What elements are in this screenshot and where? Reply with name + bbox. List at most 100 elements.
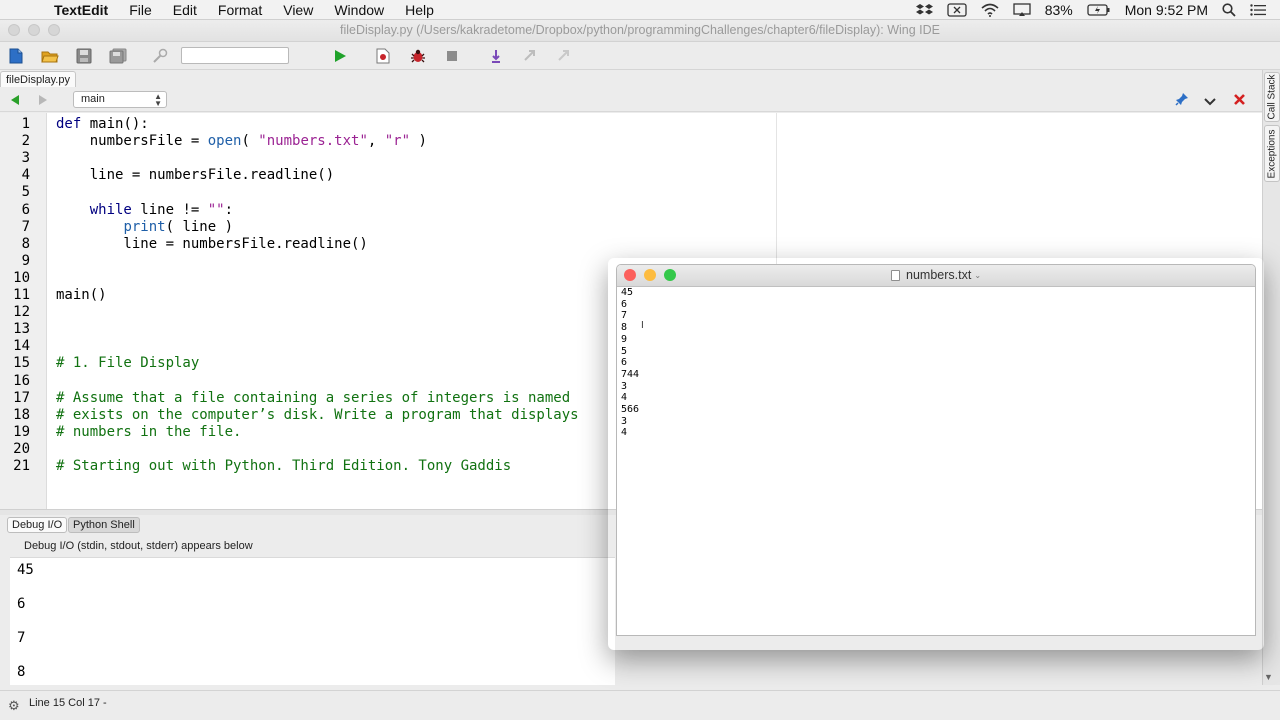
line-number: 7: [21, 218, 30, 235]
close-editor-icon[interactable]: [1233, 93, 1246, 111]
textedit-close-button[interactable]: [624, 269, 636, 281]
code-line: 4 line = numbersFile.readline(): [0, 167, 1262, 184]
mac-menubar: TextEdit File Edit Format View Window He…: [0, 0, 1280, 20]
save-all-icon[interactable]: [109, 47, 127, 65]
wifi-icon[interactable]: [981, 3, 999, 17]
textedit-zoom-button[interactable]: [664, 269, 676, 281]
run-debug-icon[interactable]: [331, 47, 349, 65]
code-text: # 1. File Display: [56, 355, 200, 372]
text-line: 45: [621, 287, 634, 298]
side-tab-call-stack[interactable]: Call Stack: [1264, 72, 1280, 122]
line-number: 10: [13, 269, 30, 286]
line-number: 9: [21, 252, 30, 269]
code-line: 6 while line != "":: [0, 202, 1262, 219]
menu-format[interactable]: Format: [218, 0, 262, 20]
line-number: 1: [21, 116, 30, 132]
textedit-window-controls: [624, 269, 684, 281]
cursor-position-status: Line 15 Col 17 -: [29, 697, 107, 709]
menu-file[interactable]: File: [129, 0, 152, 20]
menu-edit[interactable]: Edit: [173, 0, 197, 20]
scroll-down-arrow-icon[interactable]: ▼: [1264, 672, 1273, 682]
screen-recording-icon[interactable]: [947, 3, 967, 17]
textedit-title[interactable]: numbers.txt ⌄: [891, 268, 981, 282]
tab-python-shell[interactable]: Python Shell: [68, 517, 140, 533]
line-number: 21: [13, 458, 30, 474]
step-into-icon[interactable]: [374, 47, 392, 65]
new-file-icon[interactable]: [7, 47, 25, 65]
textedit-text-area[interactable]: 45 6 7 8 9 5 6 744 3 4 566 3 4: [621, 287, 1251, 627]
line-number: 2: [21, 133, 30, 150]
textedit-minimize-button[interactable]: [644, 269, 656, 281]
menu-app-name[interactable]: TextEdit: [54, 0, 108, 20]
toolbar-search-input[interactable]: [181, 47, 289, 64]
step-out-icon[interactable]: [521, 47, 539, 65]
line-number: 16: [13, 372, 30, 389]
ide-toolbar: [0, 42, 1280, 70]
menubar-clock[interactable]: Mon 9:52 PM: [1125, 2, 1208, 18]
code-text: print( line ): [123, 218, 234, 235]
code-line: 7 print( line ): [0, 219, 1262, 236]
save-icon[interactable]: [75, 47, 93, 65]
line-number: 5: [21, 184, 30, 201]
editor-file-tab[interactable]: fileDisplay.py: [0, 71, 76, 87]
code-text: # numbers in the file.: [56, 423, 242, 440]
back-arrow-icon[interactable]: [9, 93, 21, 111]
text-line: 3: [621, 415, 628, 427]
dropbox-icon[interactable]: [915, 3, 933, 17]
code-line: 2 numbersFile = open( "numbers.txt", "r"…: [0, 133, 1262, 150]
ide-window-title: fileDisplay.py (/Users/kakradetome/Dropb…: [339, 23, 941, 37]
scope-selector[interactable]: main ▲ ▼: [73, 91, 167, 108]
line-number: 18: [13, 406, 30, 423]
editor-navbar: main ▲ ▼: [0, 88, 1262, 112]
step-return-icon[interactable]: [555, 47, 573, 65]
textedit-titlebar[interactable]: numbers.txt ⌄: [617, 265, 1255, 287]
options-chevron-icon[interactable]: [1204, 94, 1216, 112]
document-icon: [891, 269, 900, 281]
output-line: 45: [17, 562, 34, 578]
code-line: 8 line = numbersFile.readline(): [0, 236, 1262, 253]
code-text: def main():: [56, 116, 149, 132]
stop-icon[interactable]: [443, 47, 461, 65]
text-line: 566: [621, 404, 640, 415]
pin-icon[interactable]: [1175, 92, 1189, 111]
airplay-display-icon[interactable]: [1013, 3, 1031, 17]
gear-icon[interactable]: ⚙: [8, 698, 20, 714]
textedit-window: numbers.txt ⌄ 45 6 7 8 9 5 6 744 3 4 566 3 4: [616, 264, 1256, 636]
text-line: 8: [621, 322, 628, 334]
title-chevron-icon: ⌄: [974, 270, 982, 280]
output-line: 6: [17, 596, 26, 612]
line-number: 17: [13, 389, 30, 406]
battery-charging-icon[interactable]: [1087, 4, 1111, 16]
tab-debug-io[interactable]: Debug I/O: [7, 517, 68, 533]
text-line: 7: [621, 310, 628, 322]
open-folder-icon[interactable]: [41, 47, 59, 65]
debug-output-area[interactable]: 45 6 7 8: [10, 557, 615, 685]
menu-view[interactable]: View: [283, 0, 313, 20]
menu-help[interactable]: Help: [405, 0, 434, 20]
text-line: 6: [621, 298, 628, 310]
textedit-title-text: numbers.txt: [906, 268, 972, 282]
editor-tabbar: fileDisplay.py: [0, 70, 1262, 88]
line-number: 15: [13, 355, 30, 372]
battery-percent: 83%: [1044, 2, 1073, 18]
line-number: 14: [13, 338, 30, 355]
line-number: 20: [13, 440, 30, 457]
notification-center-icon[interactable]: [1250, 4, 1266, 16]
debug-bug-icon[interactable]: [409, 47, 427, 65]
ide-titlebar: fileDisplay.py (/Users/kakradetome/Dropb…: [0, 20, 1280, 42]
forward-arrow-icon[interactable]: [37, 93, 49, 111]
text-line: 4: [621, 427, 628, 439]
find-next-icon[interactable]: [152, 47, 170, 65]
code-text: # Starting out with Python. Third Editio…: [56, 458, 512, 474]
scope-selector-value: main: [81, 93, 105, 105]
code-line: 3: [0, 150, 1262, 167]
menu-window[interactable]: Window: [334, 0, 384, 20]
step-over-icon[interactable]: [487, 47, 505, 65]
side-tab-exceptions[interactable]: Exceptions: [1264, 125, 1280, 182]
text-line: 4: [621, 392, 628, 404]
output-line: 7: [17, 630, 26, 646]
spotlight-search-icon[interactable]: [1222, 3, 1236, 17]
line-number: 3: [21, 150, 30, 167]
line-number: 13: [13, 321, 30, 338]
status-bar: ⚙ Line 15 Col 17 -: [0, 690, 1280, 720]
